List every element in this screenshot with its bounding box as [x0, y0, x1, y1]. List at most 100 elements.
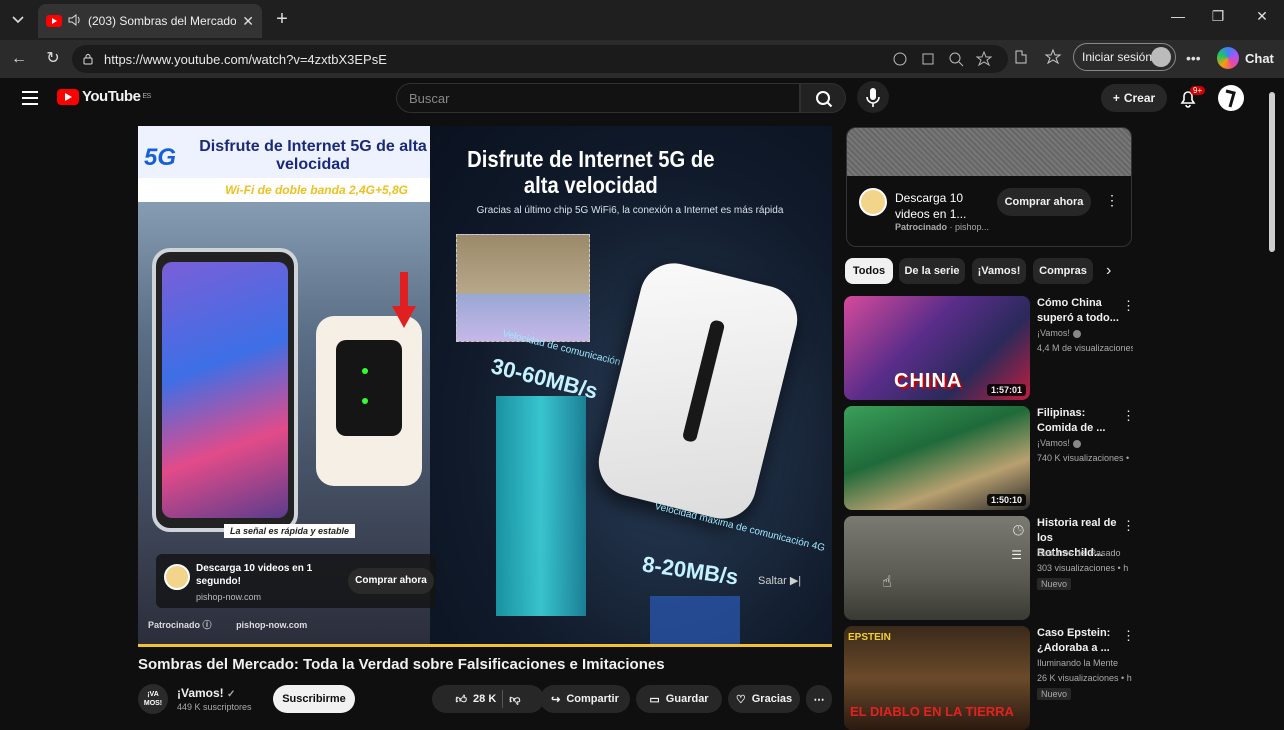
recommendation-item[interactable]: CHINA 1:57:01 Cómo China superó a todo..… [844, 296, 1135, 400]
save-label: Guardar [665, 693, 709, 705]
translate-icon[interactable] [892, 51, 908, 67]
channel-name-text: ¡Vamos! [177, 686, 224, 700]
video-thumbnail[interactable]: EPSTEIN EL DIABLO EN LA TIERRA [844, 626, 1030, 730]
recommendation-item[interactable]: 🕒︎ ☰ ☝︎ Historia real de los Rothschild.… [844, 516, 1135, 620]
video-thumbnail[interactable]: 1:50:10 [844, 406, 1030, 510]
small-router-image [316, 316, 422, 486]
ad-right-panel: Disfrute de Internet 5G de alta velocida… [430, 126, 832, 646]
video-player[interactable]: 5G Disfrute de Internet 5G de alta veloc… [138, 126, 832, 646]
dislike-button[interactable]: 👎︎ [509, 693, 520, 706]
chip-de-la-serie[interactable]: De la serie [899, 258, 965, 284]
new-badge: Nuevo [1037, 688, 1072, 700]
speed-pillar-graphic [496, 396, 586, 616]
chip-vamos[interactable]: ¡Vamos! [972, 258, 1026, 284]
notification-badge: 9+ [1190, 86, 1206, 95]
zoom-icon[interactable] [948, 51, 964, 67]
verified-icon [1072, 439, 1081, 448]
sponsored-row: Patrocinado ⓘ pishop-now.com [148, 618, 307, 631]
thanks-button[interactable]: ♡ Gracias [728, 685, 800, 713]
youtube-favicon-icon [46, 15, 62, 27]
speaker-icon[interactable] [68, 13, 82, 29]
channel-name[interactable]: ¡Vamos! ✓ [177, 686, 235, 700]
new-tab-button[interactable]: + [270, 8, 294, 32]
skip-ad-button[interactable]: Saltar ▶| [758, 574, 801, 587]
copilot-chat-button[interactable]: Chat [1217, 45, 1274, 71]
favorite-star-icon[interactable] [975, 50, 993, 67]
thanks-label: Gracias [751, 693, 793, 705]
recommendation-channel[interactable]: ¡Vamos! [1037, 328, 1081, 338]
sponsored-domain[interactable]: pishop-now.com [236, 620, 307, 630]
browser-tab[interactable]: (203) Sombras del Mercado: T ✕ [38, 4, 262, 38]
search-icon [816, 91, 833, 108]
chevron-right-icon[interactable]: › [1106, 262, 1111, 280]
ad-left-title: Disfrute de Internet 5G de alta velocida… [199, 138, 427, 173]
info-icon[interactable]: ⓘ [203, 620, 212, 630]
skip-label: Saltar [758, 575, 787, 587]
recommendation-item[interactable]: 1:50:10 Filipinas: Comida de ... ¡Vamos!… [844, 406, 1135, 510]
app-icon[interactable] [920, 51, 936, 67]
close-tab-icon[interactable]: ✕ [242, 13, 254, 30]
recommendation-title[interactable]: Filipinas: Comida de ... [1037, 406, 1119, 436]
copilot-icon [1217, 47, 1239, 69]
site-info-icon[interactable] [82, 53, 94, 65]
signin-button[interactable]: Iniciar sesión [1073, 43, 1176, 71]
channel-avatar[interactable]: ¡VA MOS! [138, 684, 168, 714]
reload-button[interactable]: ↻ [42, 49, 64, 71]
recommendation-channel-name: ¡Vamos! [1037, 328, 1070, 338]
search-input[interactable]: Buscar [396, 83, 800, 113]
recommendation-item[interactable]: EPSTEIN EL DIABLO EN LA TIERRA Caso Epst… [844, 626, 1135, 730]
youtube-logo[interactable]: YouTube ES [57, 88, 151, 105]
browser-menu-icon[interactable]: ••• [1186, 50, 1201, 66]
address-bar[interactable]: https://www.youtube.com/watch?v=4zxtbX3E… [72, 45, 1008, 73]
sidebar-ad-buy-button[interactable]: Comprar ahora [997, 188, 1091, 216]
account-avatar[interactable] [1218, 85, 1244, 111]
recommendation-menu-icon[interactable]: ⋮ [1122, 518, 1135, 534]
ad-overlay-domain: pishop-now.com [196, 592, 262, 602]
share-button[interactable]: ↪ Compartir [540, 685, 630, 713]
sidebar-ad-more-icon[interactable]: ⋮ [1105, 192, 1119, 209]
create-label: Crear [1123, 91, 1156, 105]
minimize-button[interactable]: — [1158, 8, 1198, 24]
recommendation-stats: 740 K visualizaciones • [1037, 453, 1130, 463]
subscribe-button[interactable]: Suscribirme [273, 685, 355, 713]
recommendation-channel[interactable]: ¡Vamos! [1037, 438, 1081, 448]
ad-overlay[interactable]: Descarga 10 videos en 1 segundo! pishop-… [156, 554, 436, 608]
ad-progress-bar[interactable] [138, 644, 832, 647]
recommendation-channel[interactable]: Iluminando la Mente [1037, 658, 1118, 668]
chip-compras[interactable]: Compras [1033, 258, 1093, 284]
scrollbar-thumb[interactable] [1269, 92, 1275, 252]
back-button[interactable]: ← [8, 49, 30, 71]
recommendation-stats: 303 visualizaciones • h [1037, 563, 1129, 573]
search-button[interactable] [800, 83, 846, 113]
thumbnail-tag: EPSTEIN [848, 632, 891, 643]
more-actions-button[interactable]: ⋯ [806, 685, 832, 713]
create-button[interactable]: + Crear [1101, 84, 1167, 112]
browser-toolbar: ← ↻ https://www.youtube.com/watch?v=4zxt… [0, 40, 1284, 78]
recommendation-menu-icon[interactable]: ⋮ [1122, 298, 1135, 314]
tab-list-button[interactable] [6, 9, 30, 31]
video-thumbnail[interactable]: CHINA 1:57:01 [844, 296, 1030, 400]
watch-later-icon[interactable]: 🕒︎ [1013, 522, 1024, 539]
browser-tab-strip: (203) Sombras del Mercado: T ✕ + — ❐ ✕ [0, 0, 1284, 40]
add-to-queue-icon[interactable]: ☰ [1011, 548, 1022, 562]
save-button[interactable]: ▭ Guardar [636, 685, 722, 713]
recommendation-title[interactable]: Cómo China superó a todo... [1037, 296, 1119, 326]
sidebar-ad-card[interactable]: Descarga 10 videos en 1... Patrocinado ·… [846, 127, 1132, 247]
thumbs-up-icon: 👍︎ [455, 693, 468, 706]
video-thumbnail[interactable]: 🕒︎ ☰ ☝︎ [844, 516, 1030, 620]
recommendation-title[interactable]: Caso Epstein: ¿Adoraba a ... [1037, 626, 1119, 656]
ad-right-title: Disfrute de Internet 5G de alta velocida… [467, 146, 715, 198]
close-window-button[interactable]: ✕ [1242, 8, 1282, 25]
favorites-icon[interactable] [1044, 48, 1064, 68]
page-scrollbar[interactable] [1267, 80, 1277, 720]
recommendation-channel[interactable]: Susurros del Pasado [1037, 548, 1121, 558]
recommendation-menu-icon[interactable]: ⋮ [1122, 628, 1135, 644]
like-button[interactable]: 👍︎ 28 K [456, 693, 497, 706]
extensions-icon[interactable] [1012, 48, 1032, 68]
menu-icon[interactable] [22, 91, 38, 105]
ad-buy-button[interactable]: Comprar ahora [348, 568, 434, 594]
restore-button[interactable]: ❐ [1198, 8, 1238, 25]
voice-search-button[interactable] [857, 81, 889, 113]
recommendation-menu-icon[interactable]: ⋮ [1122, 408, 1135, 424]
chip-todos[interactable]: Todos [845, 258, 893, 284]
